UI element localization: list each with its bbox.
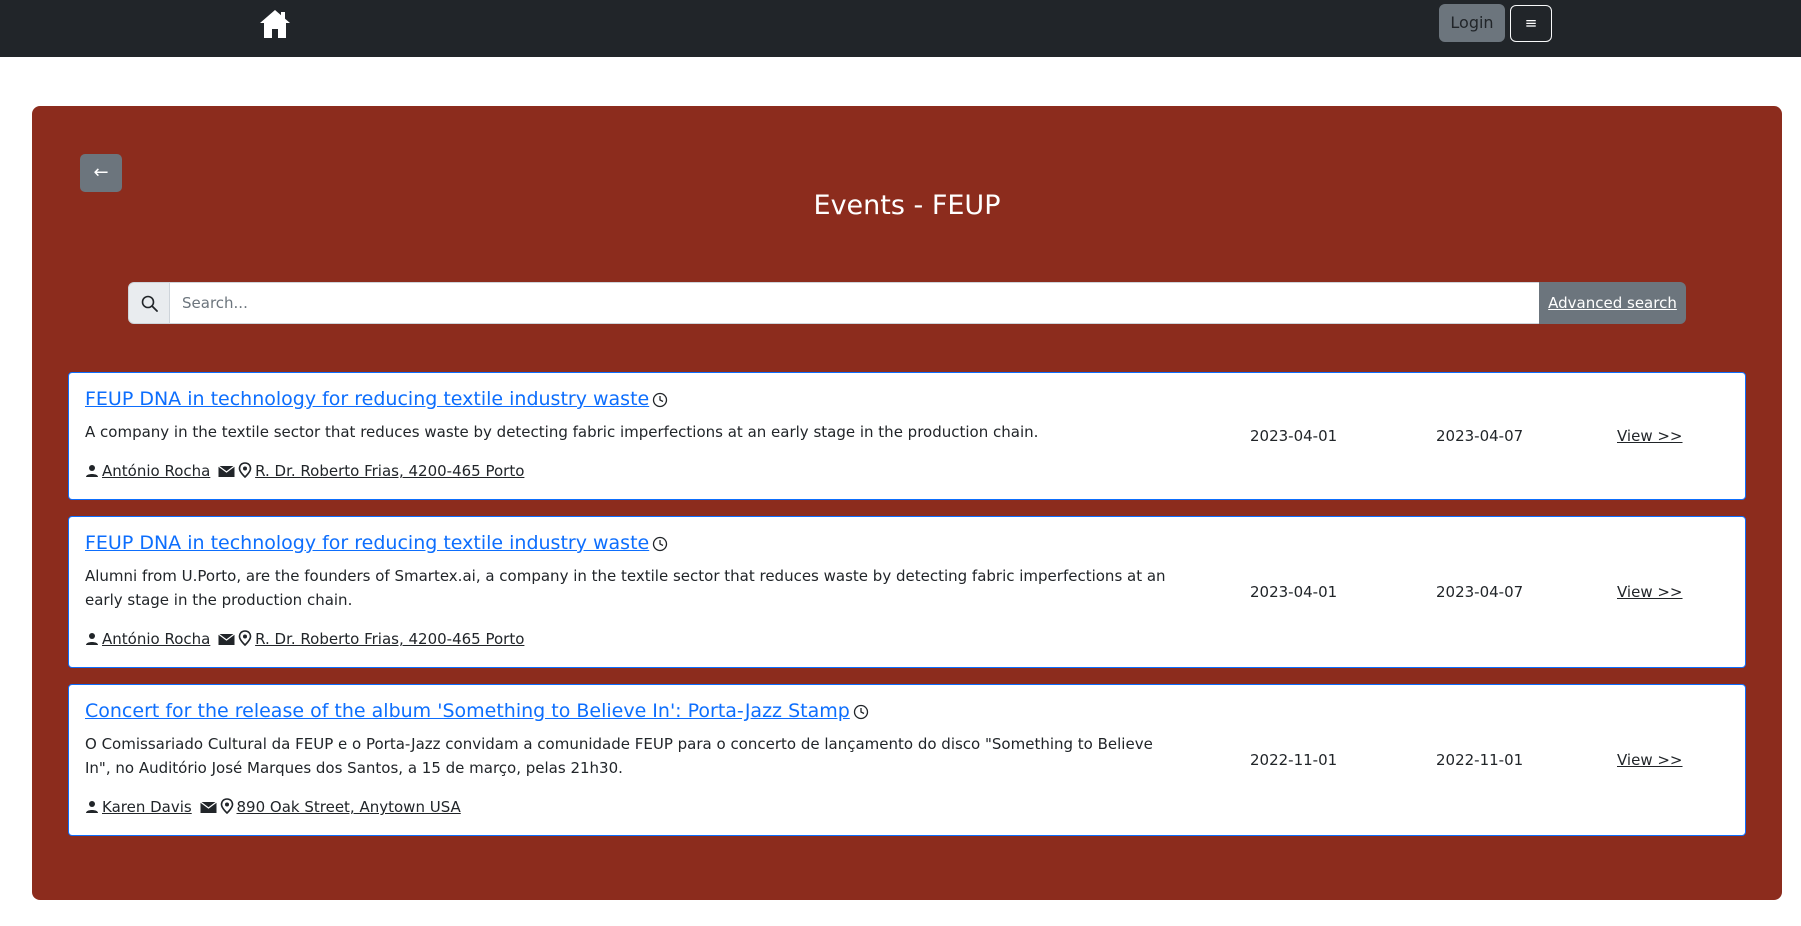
top-navbar: Login ≡ [0,0,1801,57]
event-start-date: 2022-11-01 [1250,751,1338,769]
clock-icon [653,392,668,408]
event-end-date: 2022-11-01 [1436,751,1524,769]
event-description: A company in the textile sector that red… [85,423,1039,441]
events-panel: ← Events - FEUP Advanced search FEUP DNA… [32,106,1782,900]
event-end-date: 2023-04-07 [1436,427,1524,445]
location-link[interactable]: R. Dr. Roberto Frias, 4200-465 Porto [255,630,524,648]
event-meta: Karen Davis 890 Oak Street, Anytown USA [85,798,461,816]
event-start-date: 2023-04-01 [1250,583,1338,601]
person-icon [86,801,98,813]
event-card: FEUP DNA in technology for reducing text… [68,372,1746,500]
location-link[interactable]: R. Dr. Roberto Frias, 4200-465 Porto [255,462,524,480]
view-event-link[interactable]: View >> [1617,751,1683,769]
event-start-date: 2023-04-01 [1250,427,1338,445]
search-bar: Advanced search [128,282,1686,324]
menu-toggle-button[interactable]: ≡ [1510,5,1552,42]
view-event-link[interactable]: View >> [1617,583,1683,601]
login-button[interactable]: Login [1439,4,1505,42]
person-icon [86,633,98,645]
view-event-link[interactable]: View >> [1617,427,1683,445]
clock-icon [853,704,868,720]
organizer-link[interactable]: Karen Davis [102,798,192,816]
event-card: Concert for the release of the album 'So… [68,684,1746,836]
map-pin-icon [238,630,252,646]
envelope-icon[interactable] [218,632,235,646]
event-meta: António Rocha R. Dr. Roberto Frias, 4200… [85,630,524,648]
envelope-icon[interactable] [199,800,217,814]
event-meta: António Rocha R. Dr. Roberto Frias, 4200… [85,462,524,480]
person-icon [86,465,98,477]
clock-icon [653,536,668,552]
event-description: O Comissariado Cultural da FEUP e o Port… [85,735,1153,777]
organizer-link[interactable]: António Rocha [102,462,210,480]
home-icon[interactable] [259,9,291,39]
event-card: FEUP DNA in technology for reducing text… [68,516,1746,668]
back-button[interactable]: ← [80,154,122,192]
page-title: Events - FEUP [813,190,1001,221]
organizer-link[interactable]: António Rocha [102,630,210,648]
search-input[interactable] [169,282,1540,324]
envelope-icon[interactable] [218,464,235,478]
map-pin-icon [238,462,252,478]
location-link[interactable]: 890 Oak Street, Anytown USA [237,798,461,816]
event-title-link[interactable]: FEUP DNA in technology for reducing text… [85,532,668,554]
event-title-link[interactable]: Concert for the release of the album 'So… [85,700,869,722]
event-end-date: 2023-04-07 [1436,583,1524,601]
advanced-search-button[interactable]: Advanced search [1539,282,1686,324]
map-pin-icon [220,798,233,814]
search-icon [128,282,170,324]
event-title-link[interactable]: FEUP DNA in technology for reducing text… [85,388,668,410]
event-description: Alumni from U.Porto, are the founders of… [85,567,1166,609]
